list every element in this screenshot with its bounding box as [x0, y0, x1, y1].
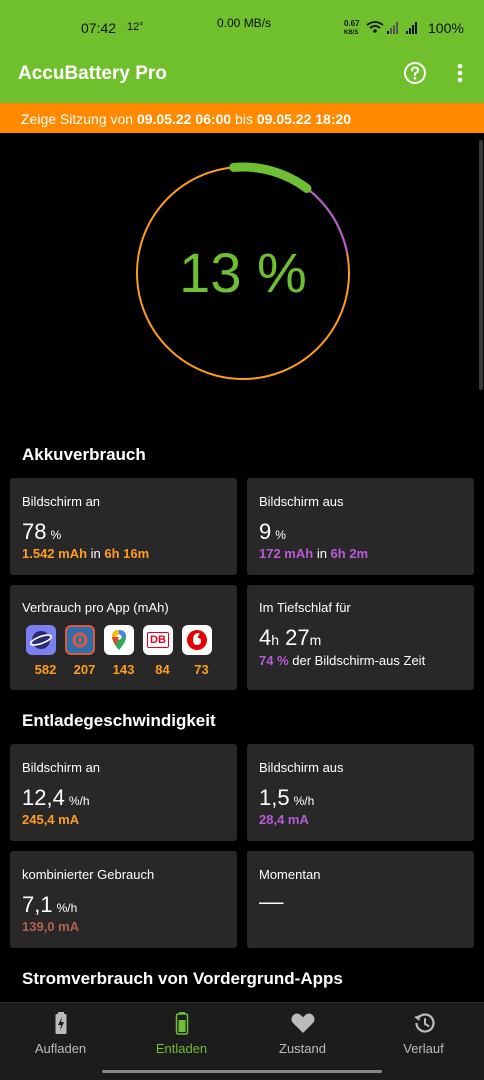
- nav-label: Verlauf: [403, 1041, 444, 1056]
- card-combined-speed[interactable]: kombinierter Gebrauch 7,1 %/h 139,0 mA: [10, 851, 237, 948]
- app-title: AccuBattery Pro: [18, 63, 167, 84]
- signal-icons: [366, 21, 417, 34]
- status-net-speed-small: 0.67 KB/S: [344, 19, 360, 37]
- card-screen-on-speed[interactable]: Bildschirm an 12,4 %/h 245,4 mA: [10, 744, 237, 841]
- status-bar: 07:42 12° 0.00 MB/s 0.67 KB/S 100%: [0, 0, 484, 43]
- help-circle-icon[interactable]: [403, 61, 427, 85]
- nav-item-entladen[interactable]: Entladen: [121, 1011, 242, 1056]
- section-title-foreground: Stromverbrauch von Vordergrund-Apps: [22, 969, 343, 988]
- status-time: 07:42: [81, 20, 117, 36]
- card-label: Momentan: [259, 867, 321, 882]
- nav-label: Aufladen: [34, 1041, 87, 1056]
- card-current-speed[interactable]: Momentan ––: [247, 851, 474, 948]
- settings-app-icon[interactable]: [65, 625, 95, 655]
- session-banner[interactable]: Zeige Sitzung von 09.05.22 06:00 bis 09.…: [0, 103, 484, 133]
- card-value: 7,1 %/h: [22, 892, 78, 917]
- section-title-discharge: Entladegeschwindigkeit: [22, 711, 216, 730]
- app-value: 582: [34, 662, 57, 677]
- more-vert-icon[interactable]: [450, 61, 470, 85]
- card-label: Verbrauch pro App (mAh): [22, 600, 169, 615]
- section-title-usage: Akkuverbrauch: [22, 445, 146, 464]
- vodafone-icon[interactable]: [182, 625, 212, 655]
- card-label: Bildschirm an: [22, 494, 101, 509]
- card-label: Bildschirm an: [22, 760, 101, 775]
- card-screen-off-usage[interactable]: Bildschirm aus 9% 172 mAh in 6h 2m: [247, 478, 474, 575]
- status-temperature: 12°: [127, 21, 144, 33]
- nav-item-zustand[interactable]: Zustand: [242, 1011, 363, 1056]
- bottom-nav: Aufladen Entladen Zustand Verlauf: [0, 1002, 484, 1064]
- nav-item-verlauf[interactable]: Verlauf: [363, 1011, 484, 1056]
- app-value: 84: [155, 662, 170, 677]
- scrollbar-thumb[interactable]: [479, 140, 483, 390]
- gesture-handle[interactable]: [102, 1070, 382, 1073]
- card-detail: 245,4 mA: [22, 812, 80, 827]
- card-value: ––: [259, 889, 284, 914]
- card-detail: 74 % der Bildschirm-aus Zeit: [259, 653, 426, 668]
- heart-icon: [290, 1013, 315, 1033]
- history-icon: [413, 1013, 435, 1033]
- card-value: 9%: [259, 519, 286, 544]
- google-maps-icon[interactable]: [104, 625, 134, 655]
- card-per-app-usage[interactable]: Verbrauch pro App (mAh) DB 582 207 143 8…: [10, 585, 237, 690]
- session-banner-text: Zeige Sitzung von 09.05.22 06:00 bis 09.…: [21, 111, 352, 127]
- card-label: Bildschirm aus: [259, 494, 344, 509]
- card-label: Im Tiefschlaf für: [259, 600, 351, 615]
- gauge-value: 13 %: [179, 241, 307, 304]
- db-logo: DB: [147, 632, 169, 648]
- card-detail: 1.542 mAh in 6h 16m: [22, 546, 150, 561]
- card-value: 78%: [22, 519, 62, 544]
- card-value: 1,5 %/h: [259, 785, 315, 810]
- card-value: 12,4 %/h: [22, 785, 90, 810]
- status-battery: 100%: [428, 20, 464, 36]
- samsung-internet-icon[interactable]: [26, 625, 56, 655]
- card-screen-on-usage[interactable]: Bildschirm an 78% 1.542 mAh in 6h 16m: [10, 478, 237, 575]
- app-bar: AccuBattery Pro: [0, 43, 484, 103]
- app-value: 143: [112, 662, 135, 677]
- app-icon-row: DB: [26, 625, 221, 655]
- gauge-fill-arc: [229, 162, 312, 193]
- card-detail: 28,4 mA: [259, 812, 309, 827]
- card-screen-off-speed[interactable]: Bildschirm aus 1,5 %/h 28,4 mA: [247, 744, 474, 841]
- app-value-row: 582 207 143 84 73: [26, 662, 221, 677]
- battery-charging-icon: [55, 1012, 66, 1034]
- card-deep-sleep[interactable]: Im Tiefschlaf für 4h 27m 74 % der Bildsc…: [247, 585, 474, 690]
- card-value: 4h 27m: [259, 625, 322, 650]
- card-detail: 139,0 mA: [22, 919, 80, 934]
- db-navigator-icon[interactable]: DB: [143, 625, 173, 655]
- wifi-icon: [366, 21, 384, 33]
- status-net-speed: 0.00 MB/s: [217, 16, 272, 30]
- nav-item-aufladen[interactable]: Aufladen: [0, 1011, 121, 1056]
- signal-2-icon: [406, 22, 417, 34]
- nav-label: Entladen: [155, 1041, 208, 1056]
- battery-discharging-icon: [175, 1012, 188, 1035]
- nav-label: Zustand: [279, 1041, 326, 1056]
- card-label: kombinierter Gebrauch: [22, 867, 155, 882]
- card-label: Bildschirm aus: [259, 760, 344, 775]
- app-value: 73: [194, 662, 209, 677]
- card-detail: 172 mAh in 6h 2m: [259, 546, 369, 561]
- app-value: 207: [73, 662, 96, 677]
- signal-1-icon: [387, 22, 398, 34]
